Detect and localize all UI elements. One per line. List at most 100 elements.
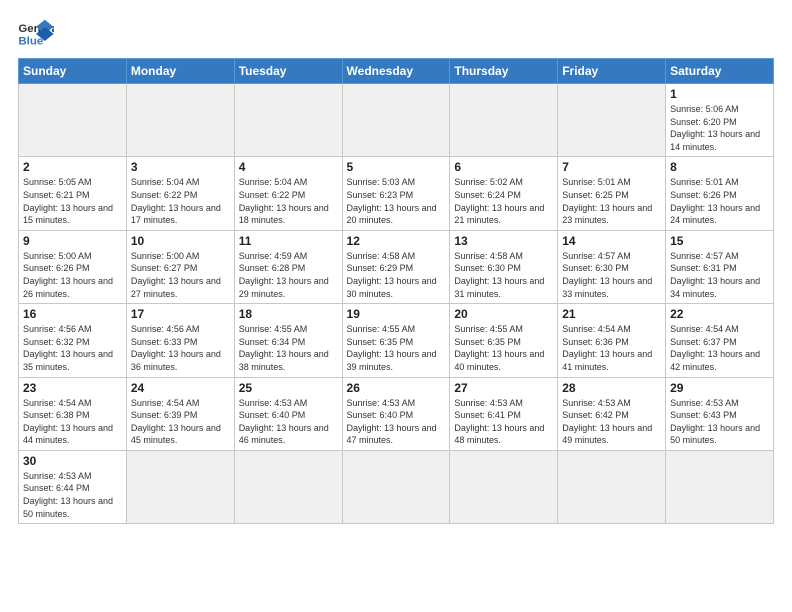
day-info: Sunrise: 4:53 AM Sunset: 6:40 PM Dayligh… bbox=[347, 397, 446, 447]
day-number: 25 bbox=[239, 381, 338, 395]
day-info: Sunrise: 4:53 AM Sunset: 6:41 PM Dayligh… bbox=[454, 397, 553, 447]
calendar-cell bbox=[666, 450, 774, 523]
day-number: 11 bbox=[239, 234, 338, 248]
day-info: Sunrise: 4:54 AM Sunset: 6:38 PM Dayligh… bbox=[23, 397, 122, 447]
calendar-cell: 12 Sunrise: 4:58 AM Sunset: 6:29 PM Dayli… bbox=[342, 230, 450, 303]
weekday-header-cell: Saturday bbox=[666, 59, 774, 84]
calendar-cell: 27 Sunrise: 4:53 AM Sunset: 6:41 PM Dayli… bbox=[450, 377, 558, 450]
calendar-cell: 15 Sunrise: 4:57 AM Sunset: 6:31 PM Dayli… bbox=[666, 230, 774, 303]
day-info: Sunrise: 4:58 AM Sunset: 6:29 PM Dayligh… bbox=[347, 250, 446, 300]
calendar-cell bbox=[234, 84, 342, 157]
day-number: 3 bbox=[131, 160, 230, 174]
calendar-cell bbox=[558, 84, 666, 157]
day-info: Sunrise: 4:59 AM Sunset: 6:28 PM Dayligh… bbox=[239, 250, 338, 300]
calendar-cell bbox=[342, 84, 450, 157]
calendar-cell bbox=[234, 450, 342, 523]
day-number: 16 bbox=[23, 307, 122, 321]
day-number: 15 bbox=[670, 234, 769, 248]
calendar-cell bbox=[342, 450, 450, 523]
calendar-week-row: 1Sunrise: 5:06 AM Sunset: 6:20 PM Daylig… bbox=[19, 84, 774, 157]
weekday-header-cell: Wednesday bbox=[342, 59, 450, 84]
calendar-cell: 29Sunrise: 4:53 AM Sunset: 6:43 PM Dayli… bbox=[666, 377, 774, 450]
calendar-cell: 14Sunrise: 4:57 AM Sunset: 6:30 PM Dayli… bbox=[558, 230, 666, 303]
calendar-week-row: 2 Sunrise: 5:05 AM Sunset: 6:21 PM Daylig… bbox=[19, 157, 774, 230]
calendar-cell: 16 Sunrise: 4:56 AM Sunset: 6:32 PM Dayli… bbox=[19, 304, 127, 377]
day-info: Sunrise: 4:55 AM Sunset: 6:35 PM Dayligh… bbox=[454, 323, 553, 373]
day-info: Sunrise: 5:02 AM Sunset: 6:24 PM Dayligh… bbox=[454, 176, 553, 226]
calendar-cell: 10Sunrise: 5:00 AM Sunset: 6:27 PM Dayli… bbox=[126, 230, 234, 303]
calendar-cell: 30 Sunrise: 4:53 AM Sunset: 6:44 PM Dayli… bbox=[19, 450, 127, 523]
calendar-cell: 5Sunrise: 5:03 AM Sunset: 6:23 PM Daylig… bbox=[342, 157, 450, 230]
calendar-cell: 22Sunrise: 4:54 AM Sunset: 6:37 PM Dayli… bbox=[666, 304, 774, 377]
day-info: Sunrise: 4:55 AM Sunset: 6:34 PM Dayligh… bbox=[239, 323, 338, 373]
day-number: 4 bbox=[239, 160, 338, 174]
day-info: Sunrise: 5:01 AM Sunset: 6:26 PM Dayligh… bbox=[670, 176, 769, 226]
page: General Blue SundayMondayTuesdayWednesda… bbox=[0, 0, 792, 534]
calendar-cell: 17 Sunrise: 4:56 AM Sunset: 6:33 PM Dayli… bbox=[126, 304, 234, 377]
calendar-week-row: 16 Sunrise: 4:56 AM Sunset: 6:32 PM Dayli… bbox=[19, 304, 774, 377]
day-number: 20 bbox=[454, 307, 553, 321]
day-number: 26 bbox=[347, 381, 446, 395]
day-number: 17 bbox=[131, 307, 230, 321]
calendar-table: SundayMondayTuesdayWednesdayThursdayFrid… bbox=[18, 58, 774, 524]
svg-text:Blue: Blue bbox=[18, 35, 43, 47]
day-number: 19 bbox=[347, 307, 446, 321]
calendar-cell bbox=[450, 450, 558, 523]
day-info: Sunrise: 5:04 AM Sunset: 6:22 PM Dayligh… bbox=[131, 176, 230, 226]
day-number: 7 bbox=[562, 160, 661, 174]
calendar-cell bbox=[126, 84, 234, 157]
day-info: Sunrise: 5:01 AM Sunset: 6:25 PM Dayligh… bbox=[562, 176, 661, 226]
weekday-header-cell: Monday bbox=[126, 59, 234, 84]
calendar-cell: 7 Sunrise: 5:01 AM Sunset: 6:25 PM Daylig… bbox=[558, 157, 666, 230]
day-info: Sunrise: 4:53 AM Sunset: 6:40 PM Dayligh… bbox=[239, 397, 338, 447]
day-number: 28 bbox=[562, 381, 661, 395]
calendar-cell: 21 Sunrise: 4:54 AM Sunset: 6:36 PM Dayli… bbox=[558, 304, 666, 377]
calendar-cell bbox=[19, 84, 127, 157]
weekday-header-cell: Friday bbox=[558, 59, 666, 84]
day-info: Sunrise: 5:05 AM Sunset: 6:21 PM Dayligh… bbox=[23, 176, 122, 226]
calendar-week-row: 9Sunrise: 5:00 AM Sunset: 6:26 PM Daylig… bbox=[19, 230, 774, 303]
day-number: 18 bbox=[239, 307, 338, 321]
calendar-cell bbox=[450, 84, 558, 157]
day-info: Sunrise: 4:57 AM Sunset: 6:31 PM Dayligh… bbox=[670, 250, 769, 300]
header: General Blue bbox=[18, 18, 774, 48]
calendar-week-row: 30 Sunrise: 4:53 AM Sunset: 6:44 PM Dayli… bbox=[19, 450, 774, 523]
day-number: 27 bbox=[454, 381, 553, 395]
calendar-body: 1Sunrise: 5:06 AM Sunset: 6:20 PM Daylig… bbox=[19, 84, 774, 524]
day-info: Sunrise: 4:56 AM Sunset: 6:32 PM Dayligh… bbox=[23, 323, 122, 373]
calendar-cell: 28 Sunrise: 4:53 AM Sunset: 6:42 PM Dayli… bbox=[558, 377, 666, 450]
day-number: 22 bbox=[670, 307, 769, 321]
day-info: Sunrise: 4:54 AM Sunset: 6:36 PM Dayligh… bbox=[562, 323, 661, 373]
logo: General Blue bbox=[18, 18, 54, 48]
day-number: 30 bbox=[23, 454, 122, 468]
calendar-cell: 11 Sunrise: 4:59 AM Sunset: 6:28 PM Dayli… bbox=[234, 230, 342, 303]
day-info: Sunrise: 4:53 AM Sunset: 6:42 PM Dayligh… bbox=[562, 397, 661, 447]
day-number: 13 bbox=[454, 234, 553, 248]
day-number: 5 bbox=[347, 160, 446, 174]
weekday-header-cell: Thursday bbox=[450, 59, 558, 84]
calendar-cell: 1Sunrise: 5:06 AM Sunset: 6:20 PM Daylig… bbox=[666, 84, 774, 157]
day-info: Sunrise: 4:53 AM Sunset: 6:43 PM Dayligh… bbox=[670, 397, 769, 447]
calendar-cell: 24Sunrise: 4:54 AM Sunset: 6:39 PM Dayli… bbox=[126, 377, 234, 450]
weekday-header-row: SundayMondayTuesdayWednesdayThursdayFrid… bbox=[19, 59, 774, 84]
day-number: 21 bbox=[562, 307, 661, 321]
day-info: Sunrise: 5:04 AM Sunset: 6:22 PM Dayligh… bbox=[239, 176, 338, 226]
calendar-cell bbox=[558, 450, 666, 523]
day-number: 6 bbox=[454, 160, 553, 174]
day-info: Sunrise: 5:00 AM Sunset: 6:26 PM Dayligh… bbox=[23, 250, 122, 300]
calendar-cell: 20 Sunrise: 4:55 AM Sunset: 6:35 PM Dayli… bbox=[450, 304, 558, 377]
calendar-cell: 25 Sunrise: 4:53 AM Sunset: 6:40 PM Dayli… bbox=[234, 377, 342, 450]
calendar-cell: 4 Sunrise: 5:04 AM Sunset: 6:22 PM Daylig… bbox=[234, 157, 342, 230]
day-number: 24 bbox=[131, 381, 230, 395]
day-info: Sunrise: 4:58 AM Sunset: 6:30 PM Dayligh… bbox=[454, 250, 553, 300]
calendar-week-row: 23Sunrise: 4:54 AM Sunset: 6:38 PM Dayli… bbox=[19, 377, 774, 450]
calendar-cell: 8 Sunrise: 5:01 AM Sunset: 6:26 PM Daylig… bbox=[666, 157, 774, 230]
day-number: 2 bbox=[23, 160, 122, 174]
calendar-cell: 23Sunrise: 4:54 AM Sunset: 6:38 PM Dayli… bbox=[19, 377, 127, 450]
weekday-header-cell: Tuesday bbox=[234, 59, 342, 84]
day-number: 8 bbox=[670, 160, 769, 174]
day-info: Sunrise: 4:56 AM Sunset: 6:33 PM Dayligh… bbox=[131, 323, 230, 373]
day-number: 12 bbox=[347, 234, 446, 248]
calendar-cell: 18 Sunrise: 4:55 AM Sunset: 6:34 PM Dayli… bbox=[234, 304, 342, 377]
day-info: Sunrise: 4:53 AM Sunset: 6:44 PM Dayligh… bbox=[23, 470, 122, 520]
